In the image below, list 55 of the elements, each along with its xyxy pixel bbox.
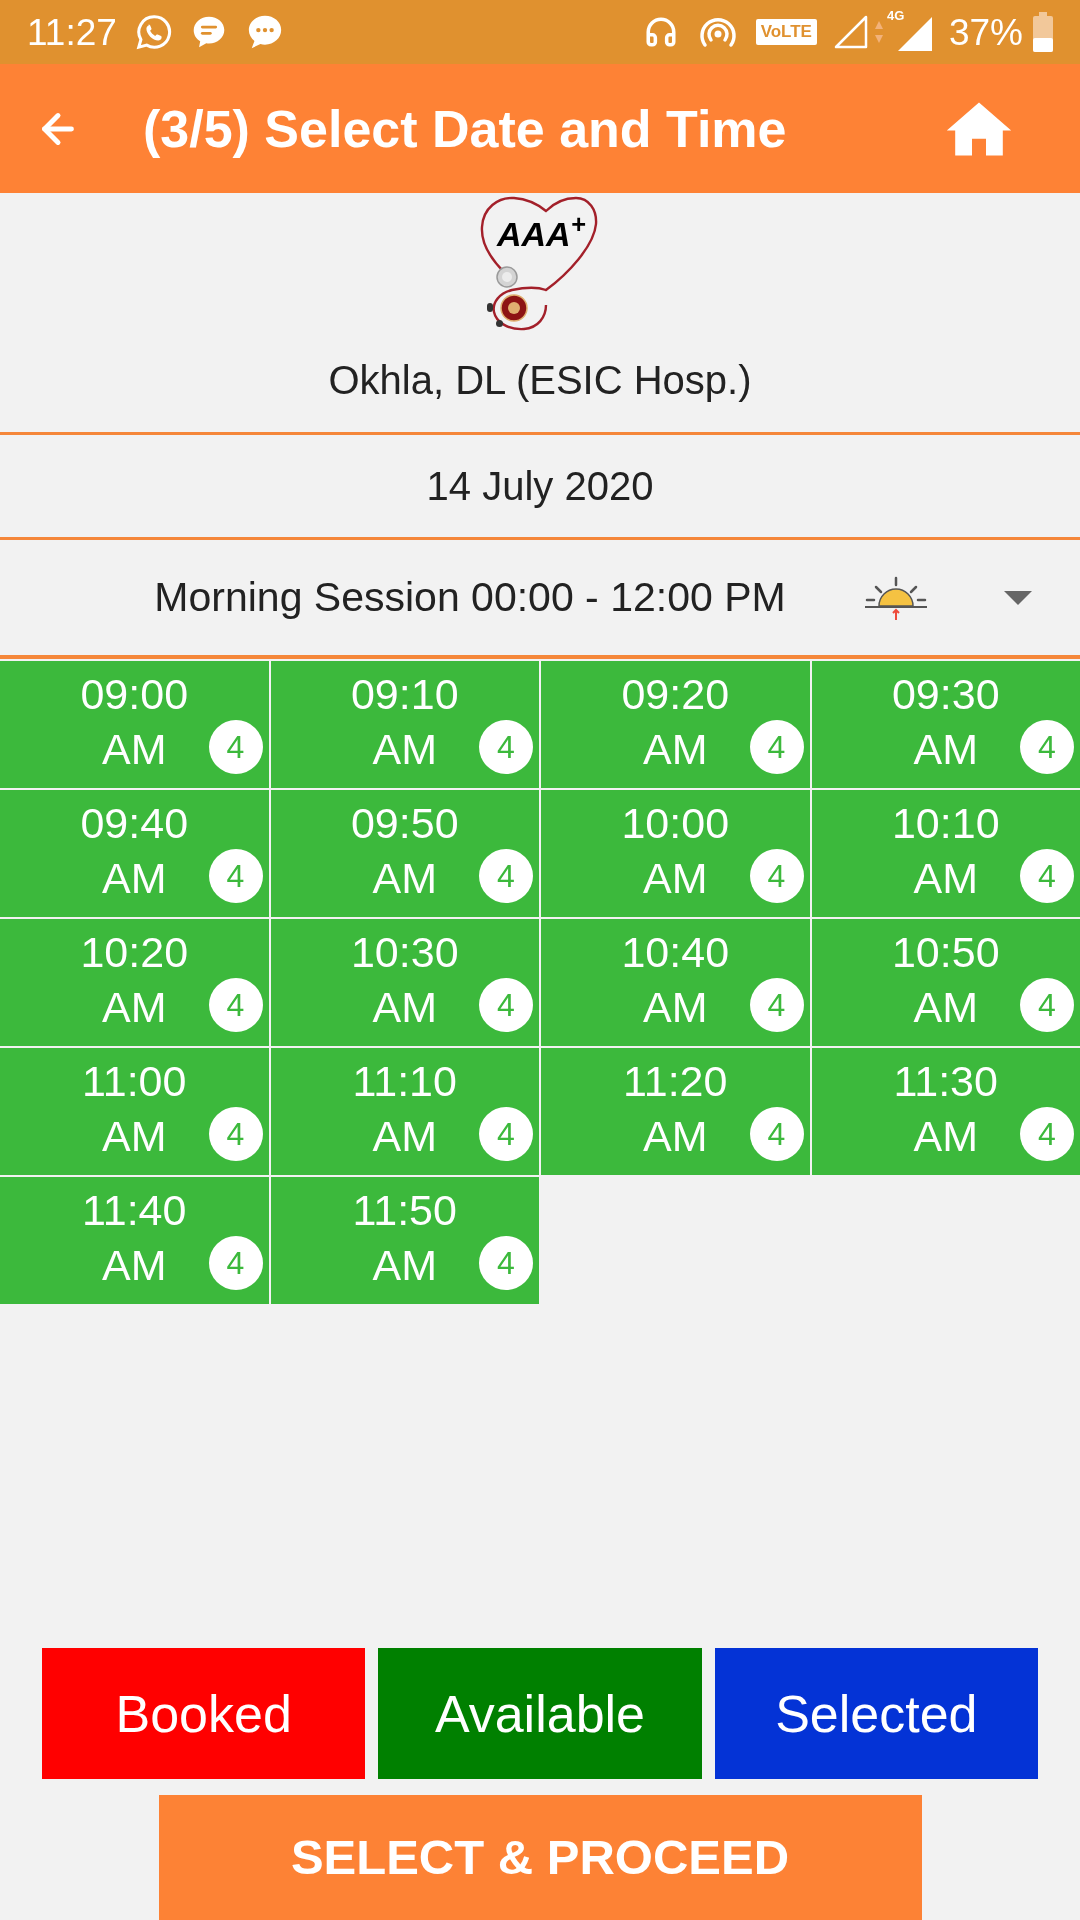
time-slot[interactable]: 10:50 AM 4 — [811, 919, 1080, 1046]
slot-count-badge: 4 — [749, 978, 804, 1032]
proceed-button[interactable]: SELECT & PROCEED — [158, 1795, 922, 1920]
time-slot[interactable]: 11:30 AM 4 — [811, 1048, 1080, 1175]
slot-count-badge: 4 — [749, 1107, 804, 1161]
time-slot[interactable]: 10:10 AM 4 — [811, 790, 1080, 917]
slot-count-badge: 4 — [208, 720, 263, 774]
location-text: Okhla, DL (ESIC Hosp.) — [328, 357, 752, 404]
network-type-label: 4G — [886, 9, 905, 22]
time-slot[interactable]: 09:00 AM 4 — [0, 661, 269, 788]
battery-icon — [1033, 12, 1053, 52]
page-title: (3/5) Select Date and Time — [143, 98, 787, 160]
time-slot[interactable]: 09:20 AM 4 — [541, 661, 810, 788]
slot-count-badge: 4 — [1020, 1107, 1074, 1161]
dropdown-caret-icon — [1004, 590, 1032, 605]
time-slot[interactable]: 10:30 AM 4 — [270, 919, 539, 1046]
slot-count-badge: 4 — [479, 978, 533, 1032]
slot-count-badge: 4 — [208, 978, 263, 1032]
time-slot[interactable]: 11:50 AM 4 — [270, 1177, 539, 1304]
time-slot[interactable]: 09:30 AM 4 — [811, 661, 1080, 788]
slot-count-badge: 4 — [479, 1236, 533, 1290]
date-selector[interactable]: 14 July 2020 — [0, 435, 1080, 537]
clock-time: 11:27 — [27, 13, 117, 51]
time-slot[interactable]: 11:20 AM 4 — [541, 1048, 810, 1175]
legend-item: Available — [378, 1648, 702, 1779]
slot-count-badge: 4 — [749, 849, 804, 903]
battery-percent: 37% — [948, 13, 1023, 51]
data-arrows-icon — [873, 20, 884, 44]
logo-text: AAA$^{+}$ — [497, 214, 586, 254]
session-dropdown[interactable]: Morning Session 00:00 - 12:00 PM — [0, 540, 1080, 655]
signal-icon — [832, 14, 869, 50]
time-slot[interactable]: 10:40 AM 4 — [541, 919, 810, 1046]
time-slot[interactable]: 09:50 AM 4 — [270, 790, 539, 917]
hotspot-icon — [697, 15, 738, 49]
legend-item: Selected — [714, 1648, 1038, 1779]
slot-count-badge: 4 — [479, 1107, 533, 1161]
slot-count-badge: 4 — [479, 720, 533, 774]
slot-count-badge: 4 — [208, 1107, 263, 1161]
slot-count-badge: 4 — [208, 849, 263, 903]
time-slot[interactable]: 10:00 AM 4 — [541, 790, 810, 917]
time-slot[interactable]: 11:10 AM 4 — [270, 1048, 539, 1175]
time-slot[interactable]: 10:20 AM 4 — [0, 919, 269, 1046]
time-slot[interactable]: 11:00 AM 4 — [0, 1048, 269, 1175]
slot-count-badge: 4 — [208, 1236, 263, 1290]
time-slot[interactable]: 11:40 AM 4 — [0, 1177, 269, 1304]
slot-count-badge: 4 — [479, 849, 533, 903]
slot-count-badge: 4 — [1020, 978, 1074, 1032]
volte-badge: VoLTE — [755, 19, 817, 45]
legend-item: Booked — [42, 1648, 366, 1779]
slot-count-badge: 4 — [749, 720, 804, 774]
phone-chat-icon — [134, 13, 173, 51]
time-slot[interactable]: 09:10 AM 4 — [270, 661, 539, 788]
time-slot[interactable]: 09:40 AM 4 — [0, 790, 269, 917]
slot-count-badge: 4 — [1020, 720, 1074, 774]
slot-count-badge: 4 — [1020, 849, 1074, 903]
